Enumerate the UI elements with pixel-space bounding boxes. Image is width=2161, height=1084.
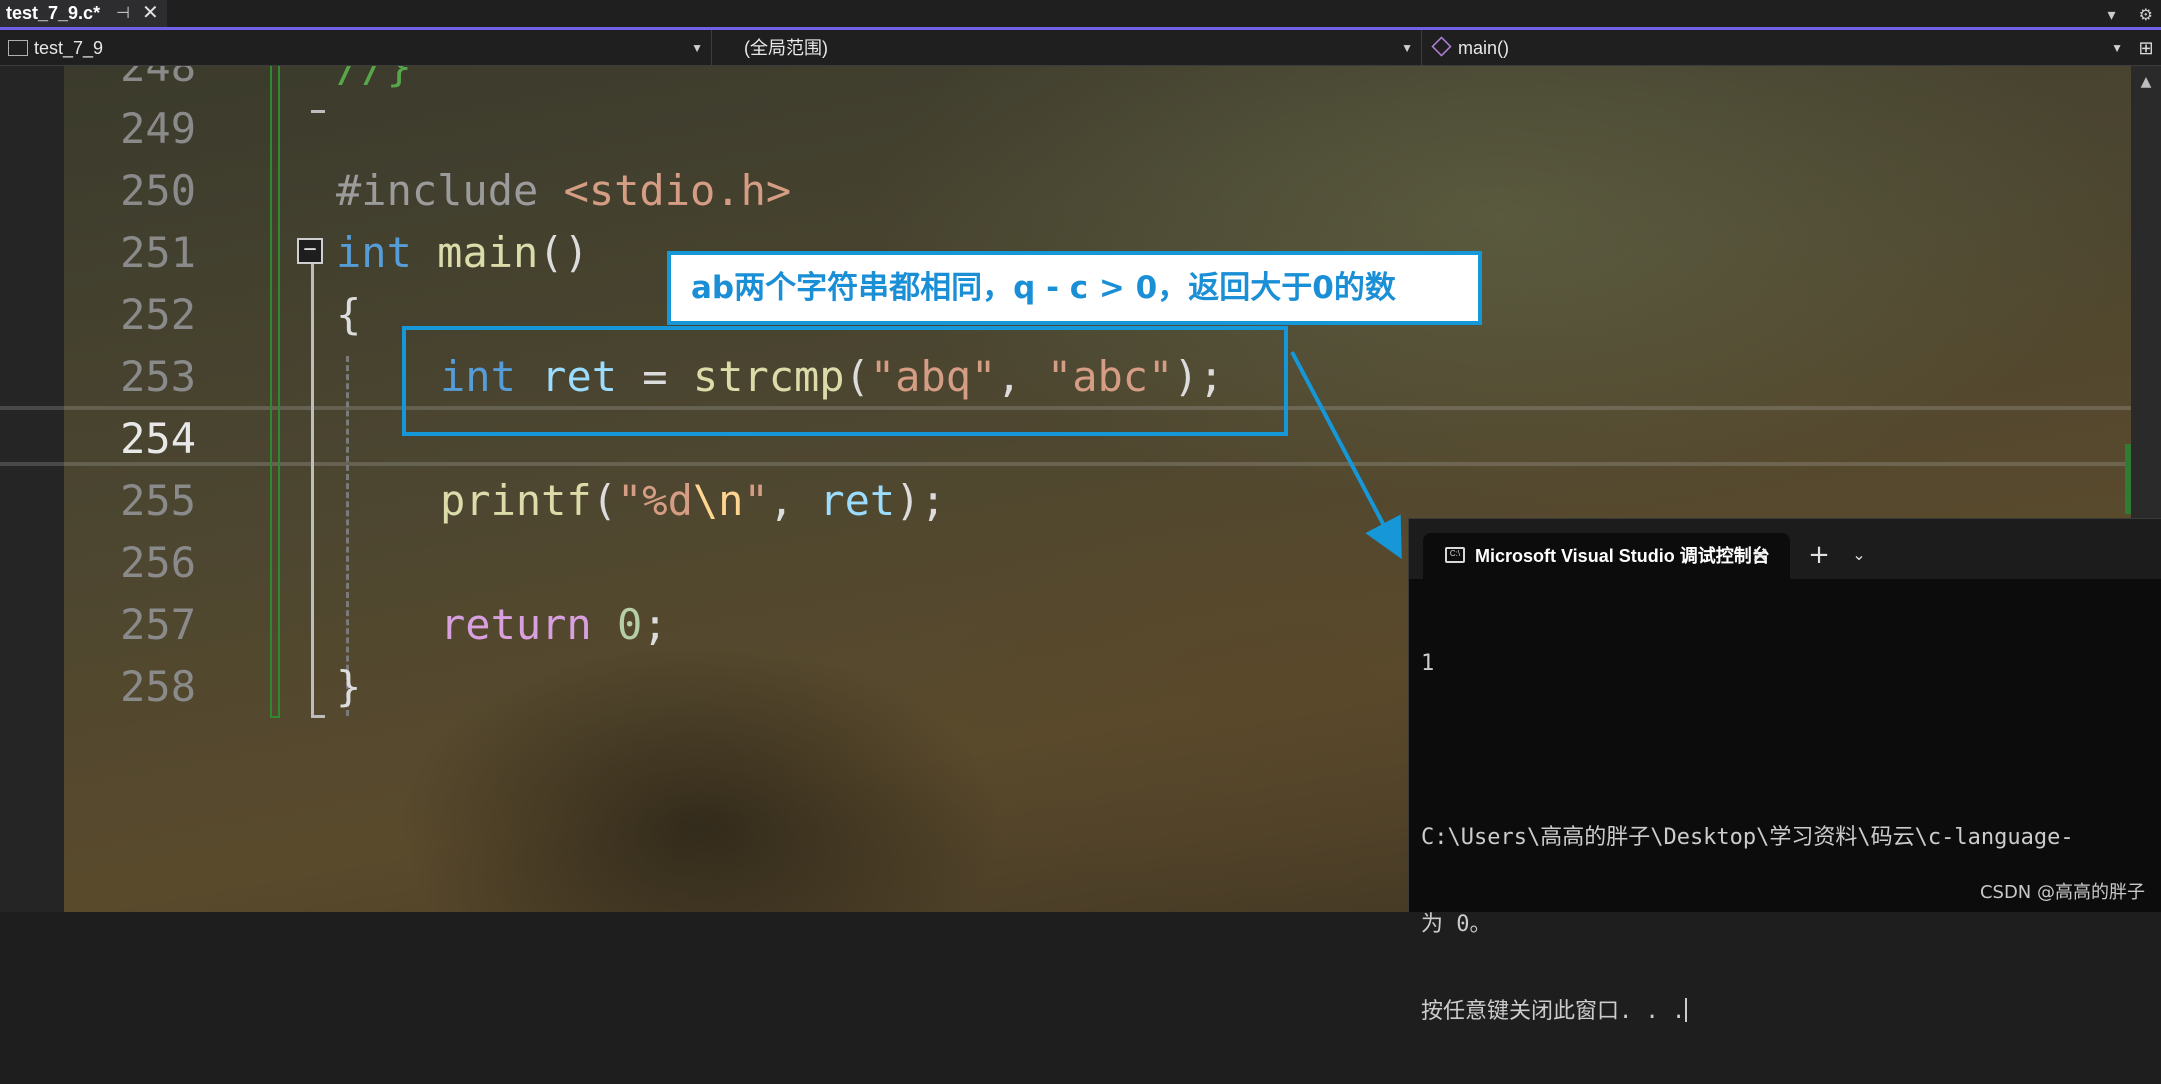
scope-dropdown[interactable]: (全局范围) ▼ xyxy=(712,30,1422,66)
chevron-down-icon: ▼ xyxy=(691,41,703,55)
new-tab-icon[interactable]: + xyxy=(1801,533,1837,579)
tab-strip-controls: ▾ ⚙ xyxy=(2090,0,2153,30)
debug-console-window[interactable]: C:\ Microsoft Visual Studio 调试控制台 ✕ + ⌄ … xyxy=(1408,518,2161,1024)
project-icon xyxy=(8,40,28,56)
console-line: 1 xyxy=(1421,651,1435,676)
tab-overflow-icon[interactable]: ▾ xyxy=(2108,5,2116,24)
watermark: CSDN @高高的胖子 xyxy=(1979,882,2145,903)
project-dropdown-label: test_7_9 xyxy=(34,38,104,58)
chevron-down-icon: ▼ xyxy=(2111,41,2123,55)
pin-icon[interactable]: ⊣ xyxy=(116,0,130,27)
settings-icon[interactable]: ⚙ xyxy=(2139,5,2153,24)
scroll-up-icon[interactable]: ▲ xyxy=(2131,74,2161,90)
console-prompt-text: 按任意键关闭此窗口. . . xyxy=(1421,999,1686,1024)
console-icon: C:\ xyxy=(1445,547,1465,563)
close-icon[interactable]: ✕ xyxy=(1751,533,1769,579)
console-output[interactable]: 1 C:\Users\高高的胖子\Desktop\学习资料\码云\c-langu… xyxy=(1421,591,2161,1084)
document-tab-test-7-9[interactable]: test_7_9.c* ⊣ ✕ xyxy=(0,0,167,27)
scope-dropdown-label: (全局范围) xyxy=(744,38,828,58)
console-tab[interactable]: C:\ Microsoft Visual Studio 调试控制台 ✕ xyxy=(1423,533,1790,579)
member-dropdown-label: main() xyxy=(1458,38,1510,58)
chevron-down-icon[interactable]: ⌄ xyxy=(1841,533,1877,579)
text-cursor xyxy=(1685,998,1688,1022)
chevron-down-icon: ▼ xyxy=(1401,41,1413,55)
split-window-icon[interactable]: ⊞ xyxy=(2131,30,2161,66)
document-tab-strip: test_7_9.c* ⊣ ✕ ▾ ⚙ xyxy=(0,0,2161,30)
console-line: 为 0。 xyxy=(1421,912,1492,937)
console-line: C:\Users\高高的胖子\Desktop\学习资料\码云\c-languag… xyxy=(1421,825,2074,850)
function-icon xyxy=(1431,36,1452,57)
project-dropdown[interactable]: test_7_9 ▼ xyxy=(0,30,712,66)
console-titlebar: C:\ Microsoft Visual Studio 调试控制台 ✕ + ⌄ xyxy=(1409,519,2161,579)
console-line-prompt: 按任意键关闭此窗口. . . xyxy=(1421,997,2161,1026)
console-tab-title: Microsoft Visual Studio 调试控制台 xyxy=(1475,546,1770,566)
close-tab-icon[interactable]: ✕ xyxy=(142,0,159,27)
member-dropdown[interactable]: main() ▼ xyxy=(1422,30,2131,66)
document-tab-label: test_7_9.c* xyxy=(6,3,101,23)
navigation-bar: test_7_9 ▼ (全局范围) ▼ main() ▼ ⊞ xyxy=(0,30,2161,66)
